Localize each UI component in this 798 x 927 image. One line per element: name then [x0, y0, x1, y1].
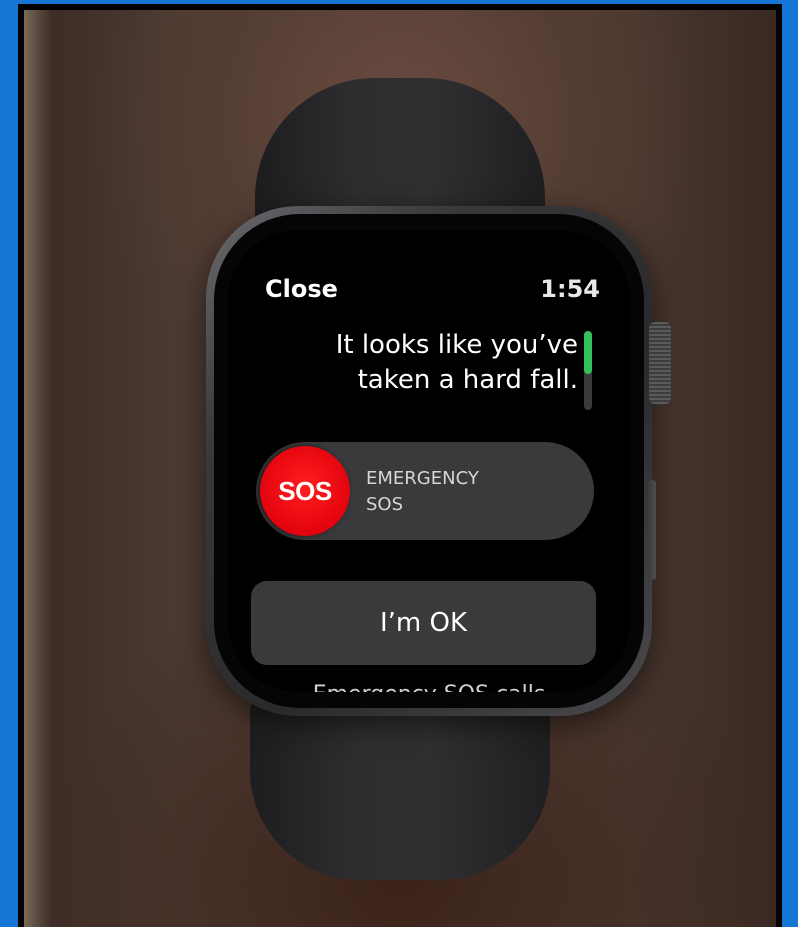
sos-slider-label: EMERGENCY SOS [366, 466, 566, 518]
im-ok-button[interactable]: I’m OK [251, 581, 596, 665]
sos-slider-label-line-1: EMERGENCY [366, 468, 479, 489]
digital-crown[interactable] [649, 322, 671, 404]
fall-alert-message: It looks like you’ve taken a hard fall. [268, 328, 578, 398]
side-button[interactable] [648, 480, 656, 580]
watch-screen: Close 1:54 It looks like you’ve taken a … [228, 230, 630, 692]
sos-slider-knob[interactable]: SOS [260, 446, 350, 536]
scroll-indicator-thumb [584, 331, 592, 375]
sos-slider-label-line-2: SOS [366, 494, 404, 515]
photo-frame: Close 1:54 It looks like you’ve taken a … [18, 4, 782, 927]
emergency-sos-slider[interactable]: SOS EMERGENCY SOS [256, 442, 594, 540]
close-button[interactable]: Close [265, 275, 338, 303]
scroll-indicator [584, 331, 592, 410]
watch-band-bottom [250, 700, 550, 880]
fall-alert-line-2: taken a hard fall. [357, 365, 578, 395]
fall-alert-line-1: It looks like you’ve [335, 330, 578, 360]
photo-background: Close 1:54 It looks like you’ve taken a … [24, 10, 776, 927]
status-time: 1:54 [540, 275, 600, 303]
sos-info-text-partial: Emergency SOS calls [228, 682, 630, 692]
